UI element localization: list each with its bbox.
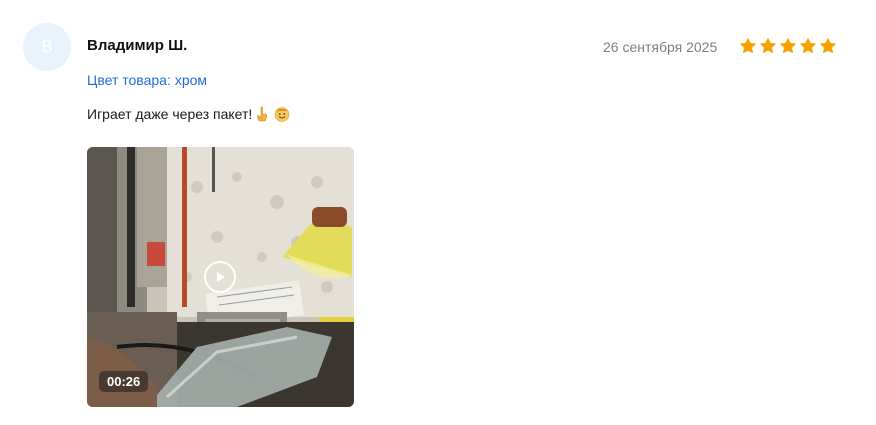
video-duration-badge: 00:26 <box>99 371 149 392</box>
pointing-finger-emoji <box>257 106 268 122</box>
variant-value: хром <box>174 72 208 88</box>
play-icon <box>217 272 225 282</box>
review-video-thumbnail[interactable]: 00:26 <box>87 147 354 407</box>
variant-label: Цвет товара: <box>87 72 171 88</box>
product-variant[interactable]: Цвет товара: хром <box>87 72 207 88</box>
star-icon <box>800 38 816 53</box>
review-date: 26 сентября 2025 <box>603 39 718 55</box>
author-name: Владимир Ш. <box>87 37 188 54</box>
avatar-letter: В <box>41 37 53 56</box>
review-text-row: Играет даже через пакет! <box>87 106 290 122</box>
review-text: Играет даже через пакет! <box>87 106 253 122</box>
avatar: В <box>23 23 71 71</box>
rating-stars <box>739 37 837 55</box>
review-card: В Владимир Ш. 26 сентября 2025 Цвет това… <box>0 0 876 425</box>
star-icon <box>780 38 796 53</box>
star-icon <box>740 38 756 53</box>
star-icon <box>760 38 776 53</box>
play-button[interactable] <box>204 261 236 293</box>
star-icon <box>820 38 836 53</box>
smiling-face-emoji <box>274 107 290 122</box>
